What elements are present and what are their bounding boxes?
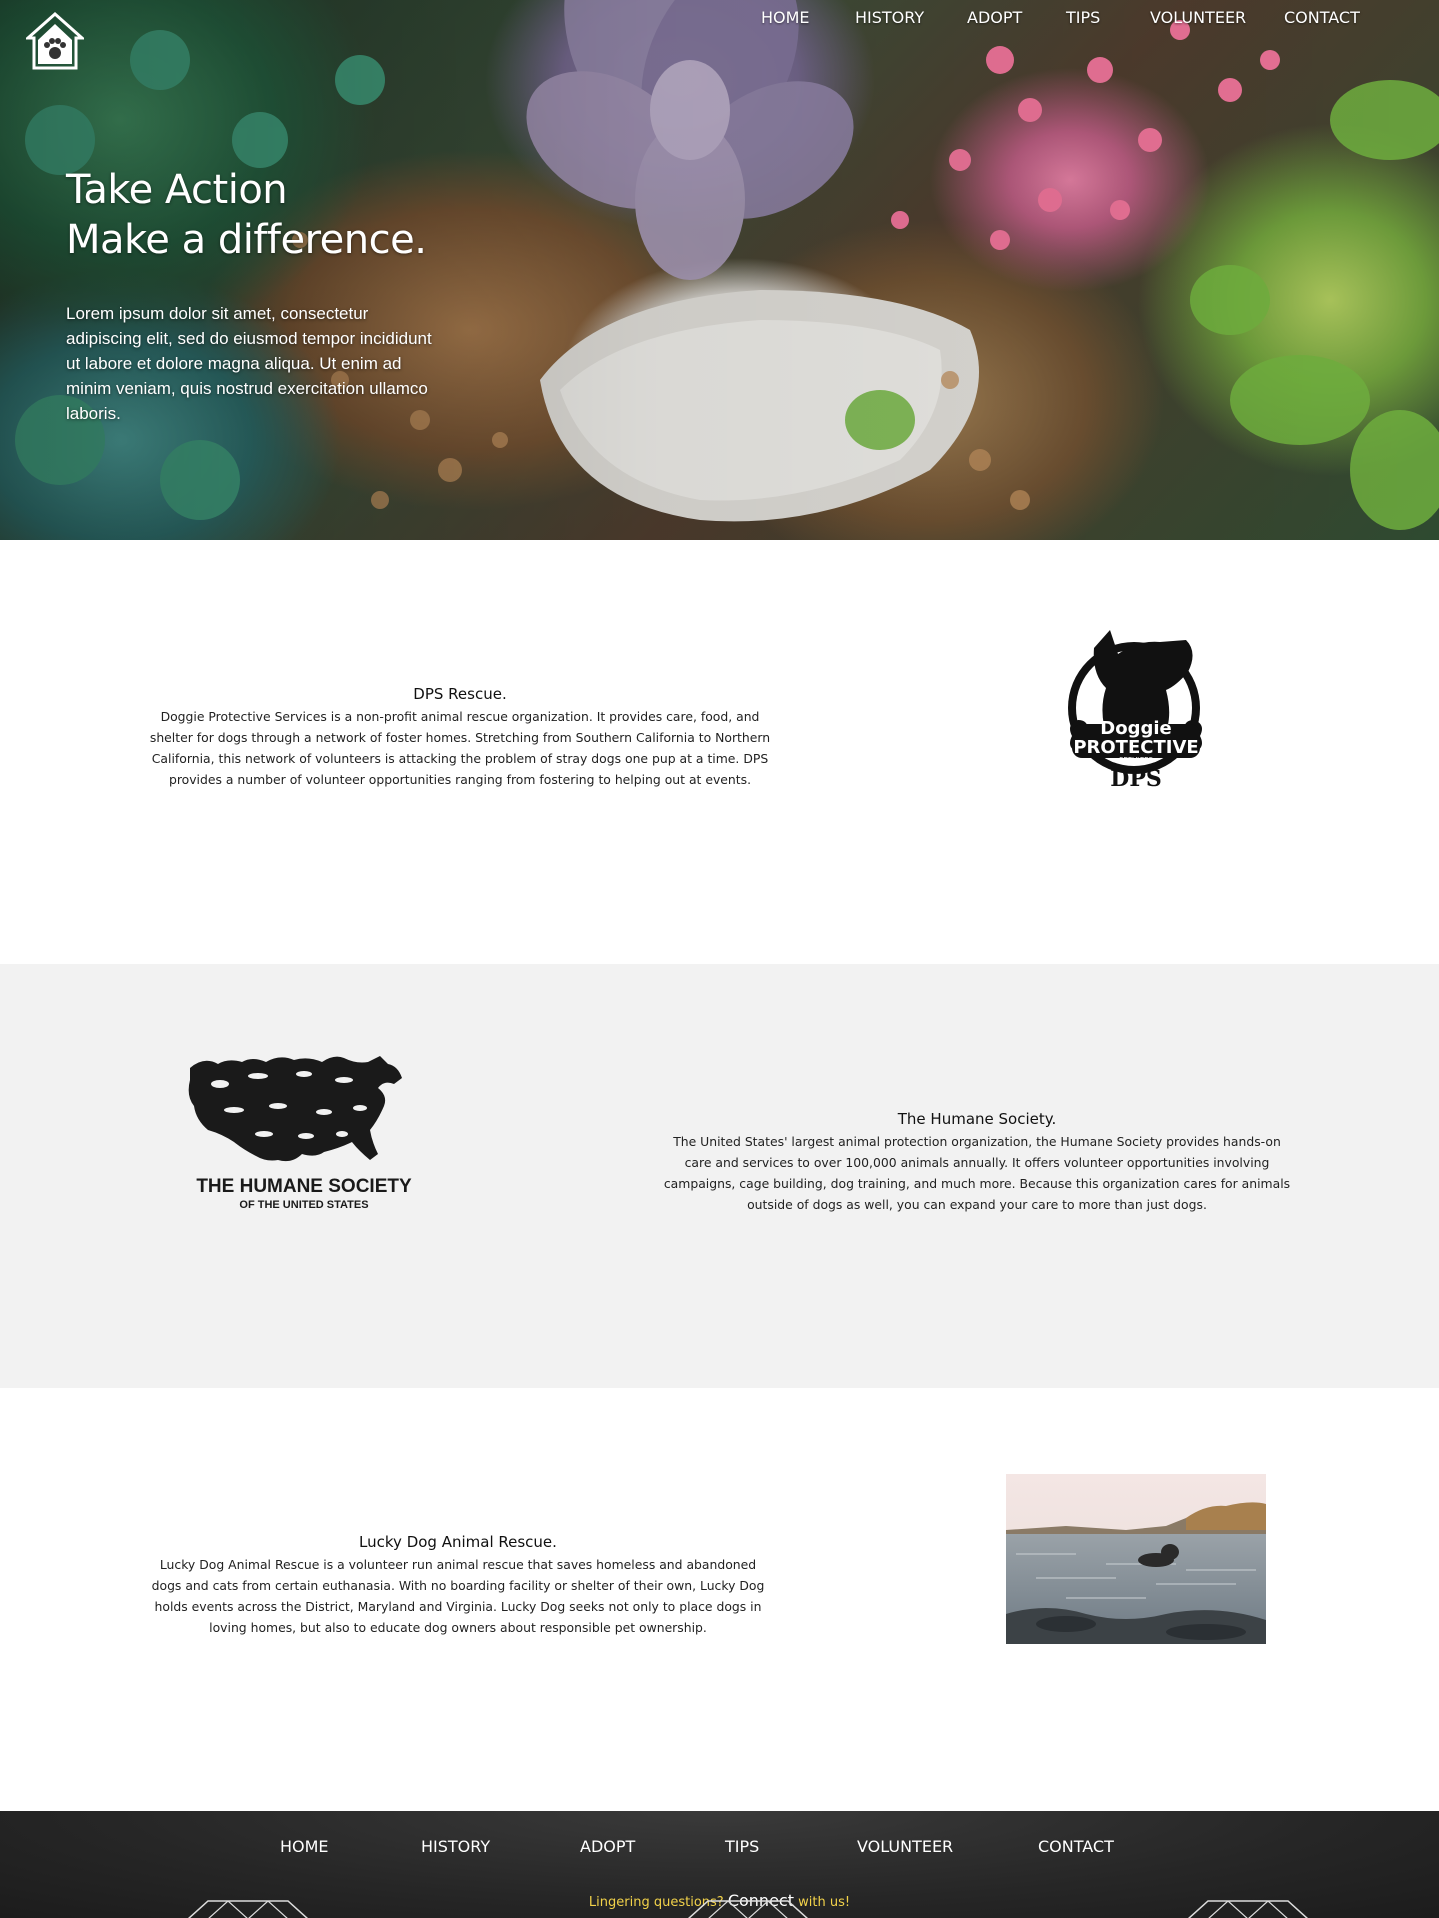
dps-logo-line1: Doggie [1100, 718, 1171, 739]
nav-adopt[interactable]: ADOPT [967, 8, 1022, 27]
doghouse-paw-icon[interactable] [26, 12, 84, 70]
dps-logo: Doggie PROTECTIVE SERVICES DPS [1068, 630, 1202, 792]
hero-title-line2: Make a difference. [66, 217, 427, 263]
lucky-dog-photo [1006, 1474, 1266, 1644]
humane-society-logo: THE HUMANE SOCIETY OF THE UNITED STATES [188, 1056, 412, 1211]
hero-title: Take Action Make a difference. [66, 165, 427, 265]
org-section-luckydog: Lucky Dog Animal Rescue. Lucky Dog Anima… [0, 1388, 1439, 1811]
nav-contact[interactable]: CONTACT [1284, 8, 1360, 27]
nav-volunteer[interactable]: VOLUNTEER [1150, 8, 1246, 27]
org-title: DPS Rescue. [413, 685, 507, 703]
footer-house-icon [187, 1900, 309, 1918]
hero-text: Lorem ipsum dolor sit amet, consectetur … [66, 304, 432, 423]
footer: HOME HISTORY ADOPT TIPS VOLUNTEER CONTAC… [0, 1811, 1439, 1918]
footer-nav-home[interactable]: HOME [280, 1837, 329, 1856]
footer-nav-adopt[interactable]: ADOPT [580, 1837, 635, 1856]
nav-home[interactable]: HOME [761, 8, 810, 27]
org-description: The United States' largest animal protec… [663, 1134, 1291, 1212]
footer-nav-tips[interactable]: TIPS [725, 1837, 759, 1856]
nav-tips[interactable]: TIPS [1066, 8, 1100, 27]
humane-logo-line2: OF THE UNITED STATES [239, 1199, 368, 1211]
org-section-dps: DPS Rescue. Doggie Protective Services i… [0, 540, 1439, 964]
footer-house-icon [687, 1900, 809, 1918]
org-description: Doggie Protective Services is a non-prof… [149, 709, 771, 787]
dps-logo-line2: PROTECTIVE [1073, 737, 1198, 758]
org-title: Lucky Dog Animal Rescue. [359, 1533, 557, 1551]
org-description: Lucky Dog Animal Rescue is a volunteer r… [151, 1557, 765, 1635]
dps-logo-line3: SERVICES [1119, 756, 1154, 764]
org-text-humane: The Humane Society. The United States' l… [660, 1109, 1294, 1215]
nav-history[interactable]: HISTORY [855, 8, 924, 27]
footer-nav-volunteer[interactable]: VOLUNTEER [857, 1837, 953, 1856]
footer-nav-contact[interactable]: CONTACT [1038, 1837, 1114, 1856]
org-section-humane: THE HUMANE SOCIETY OF THE UNITED STATES … [0, 964, 1439, 1388]
org-text-dps: DPS Rescue. Doggie Protective Services i… [140, 684, 780, 790]
org-title: The Humane Society. [897, 1110, 1057, 1128]
org-text-luckydog: Lucky Dog Animal Rescue. Lucky Dog Anima… [150, 1532, 766, 1638]
humane-logo-line1: THE HUMANE SOCIETY [196, 1176, 412, 1197]
footer-nav-history[interactable]: HISTORY [421, 1837, 490, 1856]
hero-banner: HOME HISTORY ADOPT TIPS VOLUNTEER CONTAC… [0, 0, 1439, 540]
hero-title-line1: Take Action [66, 167, 288, 213]
dps-logo-line4: DPS [1110, 766, 1162, 792]
footer-house-icon [1187, 1900, 1309, 1918]
